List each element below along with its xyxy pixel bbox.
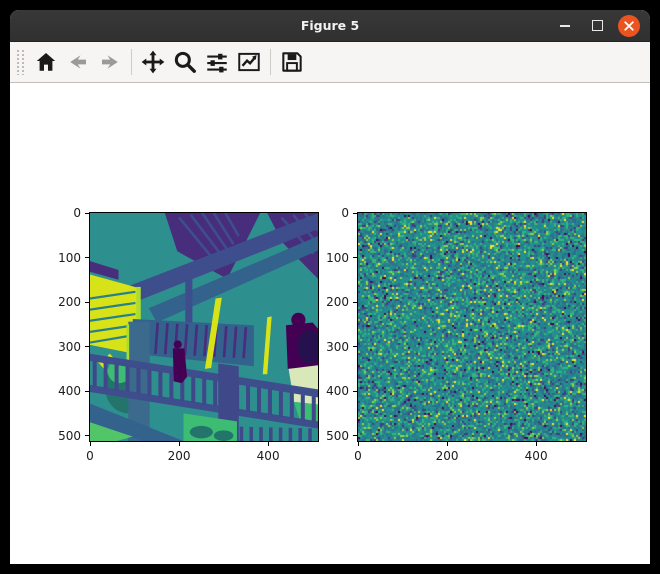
zoom-button[interactable] bbox=[170, 47, 200, 77]
x-tick-label: 0 bbox=[354, 449, 362, 463]
maximize-icon bbox=[592, 20, 603, 31]
save-button[interactable] bbox=[277, 47, 307, 77]
y-tick-label: 0 bbox=[73, 206, 81, 220]
y-tick-label: 500 bbox=[58, 429, 81, 443]
y-tick-mark bbox=[353, 346, 357, 347]
back-icon bbox=[66, 50, 90, 74]
window-titlebar[interactable]: Figure 5 bbox=[10, 10, 650, 42]
y-tick-label: 100 bbox=[326, 251, 349, 265]
back-button[interactable] bbox=[63, 47, 93, 77]
y-tick-label: 200 bbox=[326, 295, 349, 309]
customize-button[interactable] bbox=[234, 47, 264, 77]
y-tick-label: 0 bbox=[341, 206, 349, 220]
figure-window: Figure 5 bbox=[10, 10, 650, 564]
minimize-icon bbox=[560, 25, 570, 27]
subplots-button[interactable] bbox=[202, 47, 232, 77]
x-tick-label: 200 bbox=[436, 449, 459, 463]
close-button[interactable] bbox=[618, 15, 640, 37]
y-tick-mark bbox=[85, 435, 89, 436]
y-tick-label: 400 bbox=[326, 384, 349, 398]
x-tick-mark bbox=[447, 442, 448, 446]
x-tick-mark bbox=[90, 442, 91, 446]
toolbar-separator bbox=[270, 49, 271, 75]
y-tick-label: 500 bbox=[326, 429, 349, 443]
y-tick-label: 100 bbox=[58, 251, 81, 265]
forward-button[interactable] bbox=[95, 47, 125, 77]
y-tick-mark bbox=[85, 391, 89, 392]
x-tick-label: 400 bbox=[525, 449, 548, 463]
y-tick-label: 200 bbox=[58, 295, 81, 309]
zoom-icon bbox=[172, 49, 198, 75]
x-tick-label: 0 bbox=[86, 449, 94, 463]
minimize-button[interactable] bbox=[554, 15, 576, 37]
window-controls bbox=[554, 10, 640, 41]
x-tick-label: 200 bbox=[168, 449, 191, 463]
close-icon bbox=[618, 15, 640, 37]
random-noise-image bbox=[358, 213, 586, 441]
toolbar-grip[interactable] bbox=[16, 49, 26, 75]
x-tick-mark bbox=[536, 442, 537, 446]
home-button[interactable] bbox=[31, 47, 61, 77]
x-tick-label: 400 bbox=[257, 449, 280, 463]
subplot-image-left[interactable] bbox=[90, 213, 318, 441]
save-icon bbox=[279, 49, 305, 75]
viridis-photo-image bbox=[90, 213, 318, 441]
y-tick-mark bbox=[353, 213, 357, 214]
subplots-icon bbox=[204, 49, 230, 75]
home-icon bbox=[34, 50, 58, 74]
y-tick-mark bbox=[85, 257, 89, 258]
y-tick-mark bbox=[85, 346, 89, 347]
forward-icon bbox=[98, 50, 122, 74]
subplot-image-right[interactable] bbox=[358, 213, 586, 441]
y-tick-mark bbox=[353, 391, 357, 392]
x-tick-mark bbox=[358, 442, 359, 446]
y-tick-mark bbox=[85, 302, 89, 303]
figure-canvas[interactable]: 0 100 200 300 400 500 0 200 400 0 100 200 300 400 500 0… bbox=[10, 83, 650, 564]
x-tick-mark bbox=[268, 442, 269, 446]
customize-icon bbox=[236, 49, 262, 75]
pan-icon bbox=[140, 49, 166, 75]
y-tick-mark bbox=[353, 435, 357, 436]
x-tick-mark bbox=[179, 442, 180, 446]
pan-button[interactable] bbox=[138, 47, 168, 77]
y-tick-label: 400 bbox=[58, 384, 81, 398]
maximize-button[interactable] bbox=[586, 15, 608, 37]
y-tick-mark bbox=[353, 257, 357, 258]
y-tick-mark bbox=[85, 213, 89, 214]
y-tick-label: 300 bbox=[58, 340, 81, 354]
toolbar-separator bbox=[131, 49, 132, 75]
y-tick-label: 300 bbox=[326, 340, 349, 354]
y-tick-mark bbox=[353, 302, 357, 303]
navigation-toolbar bbox=[10, 42, 650, 83]
